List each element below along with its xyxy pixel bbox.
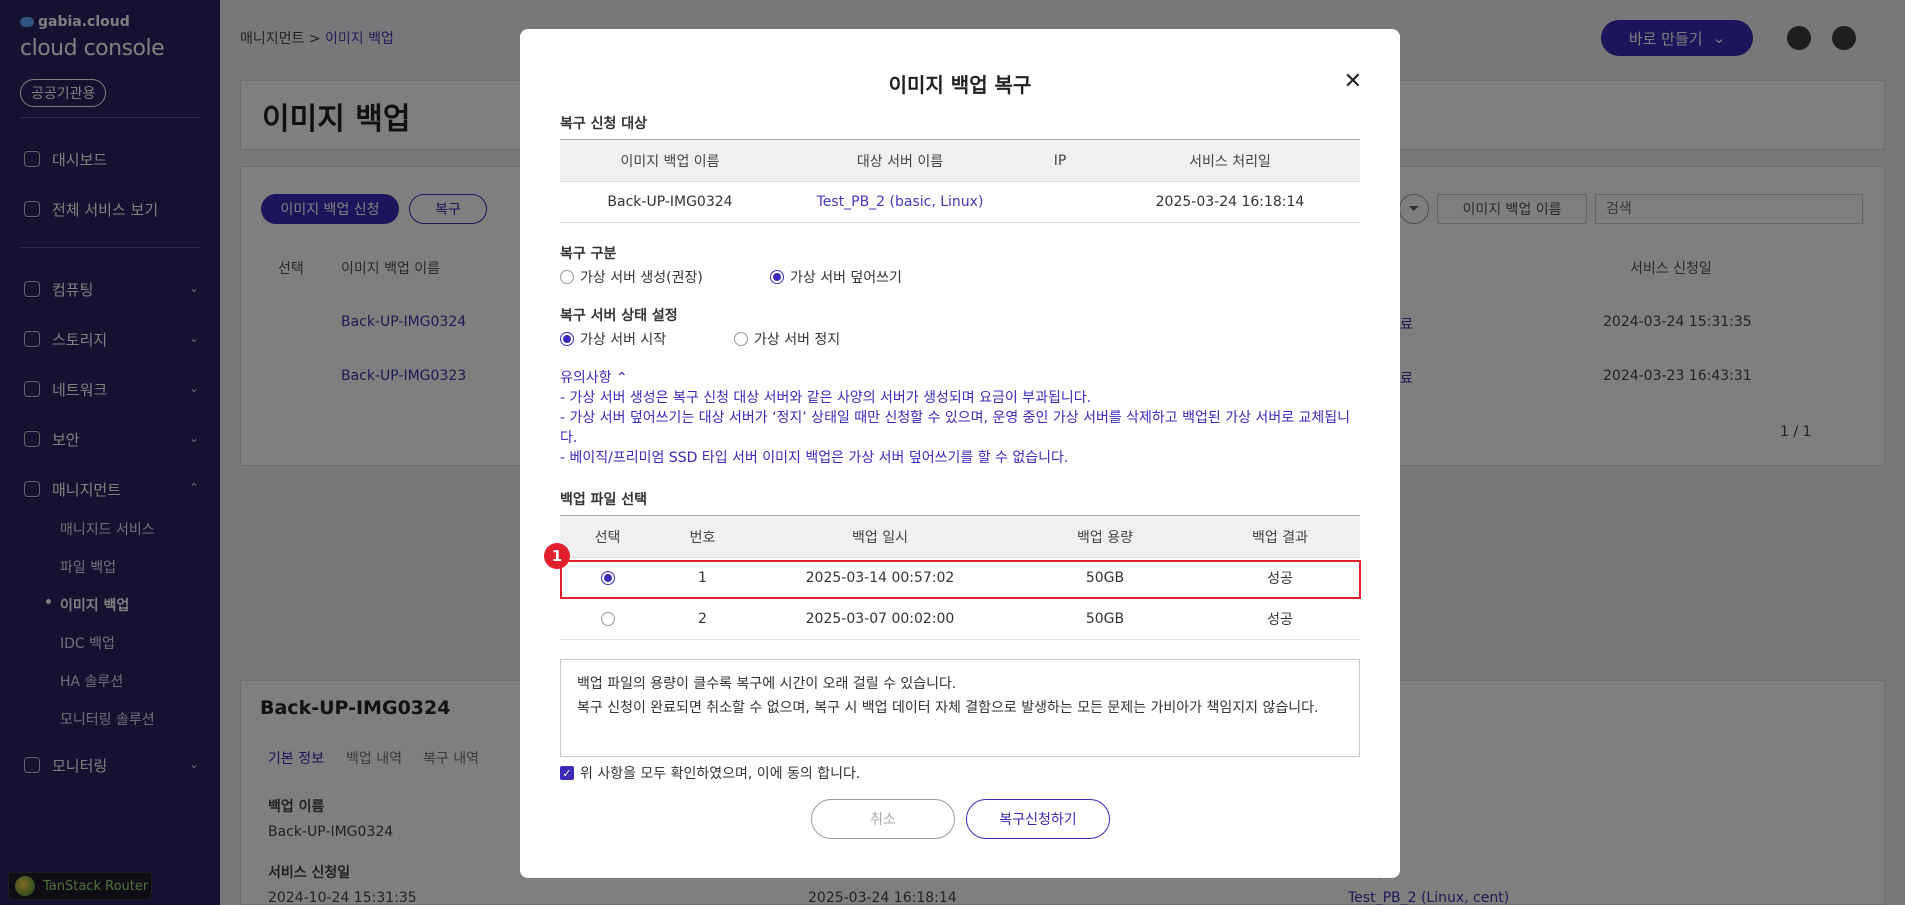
th-processed-date: 서비스 처리일 bbox=[1100, 139, 1360, 182]
warning-box: 백업 파일의 용량이 클수록 복구에 시간이 오래 걸릴 수 있습니다. 복구 … bbox=[560, 659, 1360, 757]
cell-processed-date: 2025-03-24 16:18:14 bbox=[1100, 181, 1360, 223]
submit-restore-button[interactable]: 복구신청하기 bbox=[966, 799, 1110, 839]
notice-line: - 베이직/프리미엄 SSD 타입 서버 이미지 백업은 가상 서버 덮어쓰기를… bbox=[560, 450, 1069, 466]
cell-number: 2 bbox=[655, 598, 750, 640]
modal-title: 이미지 백업 복구 bbox=[888, 73, 1032, 97]
th-backup-name: 이미지 백업 이름 bbox=[560, 139, 780, 182]
cancel-button[interactable]: 취소 bbox=[811, 799, 955, 839]
table-row: Back-UP-IMG0324 Test_PB_2 (basic, Linux)… bbox=[560, 181, 1360, 223]
chevron-up-icon: ⌃ bbox=[615, 370, 628, 386]
step-badge: 1 bbox=[544, 543, 570, 569]
state-option-start[interactable]: 가상 서버 시작 bbox=[560, 329, 666, 349]
radio-off[interactable] bbox=[734, 332, 748, 346]
type-label: 복구 구분 bbox=[560, 246, 617, 262]
check-icon[interactable]: ✓ bbox=[560, 766, 574, 780]
notice-title: 유의사항 bbox=[560, 370, 612, 386]
radio-off[interactable] bbox=[600, 612, 615, 626]
agree-checkbox[interactable]: ✓ 위 사항을 모두 확인하였으며, 이에 동의 합니다. bbox=[560, 763, 860, 783]
radio-on[interactable] bbox=[770, 270, 784, 284]
warning-line: 복구 신청이 완료되면 취소할 수 없으며, 복구 시 백업 데이터 자체 결함… bbox=[577, 700, 1319, 716]
option-label: 가상 서버 생성(권장) bbox=[580, 270, 703, 286]
close-icon[interactable]: ✕ bbox=[1344, 69, 1362, 94]
notice-line: - 가상 서버 덮어쓰기는 대상 서버가 ‘정지’ 상태일 때만 신청할 수 있… bbox=[560, 410, 1351, 446]
th-number: 번호 bbox=[655, 515, 750, 558]
option-label: 가상 서버 정지 bbox=[754, 332, 841, 348]
cell-ip bbox=[1020, 181, 1100, 223]
th-backup-result: 백업 결과 bbox=[1200, 515, 1360, 558]
restore-modal: 이미지 백업 복구 ✕ 복구 신청 대상 이미지 백업 이름 대상 서버 이름 … bbox=[520, 29, 1400, 878]
option-label: 가상 서버 시작 bbox=[580, 332, 667, 348]
type-option-create[interactable]: 가상 서버 생성(권장) bbox=[560, 267, 703, 287]
cell-backup-size: 50GB bbox=[1010, 598, 1200, 640]
target-label: 복구 신청 대상 bbox=[560, 116, 648, 132]
notice-line: - 가상 서버 생성은 복구 신청 대상 서버와 같은 사양의 서버가 생성되며… bbox=[560, 390, 1092, 406]
file-label: 백업 파일 선택 bbox=[560, 492, 648, 508]
notice-toggle[interactable]: 유의사항 ⌃ bbox=[560, 367, 628, 387]
option-label: 가상 서버 덮어쓰기 bbox=[790, 270, 902, 286]
agree-label: 위 사항을 모두 확인하였으며, 이에 동의 합니다. bbox=[580, 766, 861, 782]
cell-server-name[interactable]: Test_PB_2 (basic, Linux) bbox=[780, 181, 1020, 223]
cell-backup-date: 2025-03-07 00:02:00 bbox=[750, 598, 1010, 640]
selected-row-highlight bbox=[560, 560, 1361, 599]
warning-line: 백업 파일의 용량이 클수록 복구에 시간이 오래 걸릴 수 있습니다. bbox=[577, 676, 957, 692]
target-table: 이미지 백업 이름 대상 서버 이름 IP 서비스 처리일 Back-UP-IM… bbox=[560, 139, 1360, 223]
cell-backup-result: 성공 bbox=[1200, 598, 1360, 640]
radio-on[interactable] bbox=[560, 332, 574, 346]
th-backup-size: 백업 용량 bbox=[1010, 515, 1200, 558]
th-backup-date: 백업 일시 bbox=[750, 515, 1010, 558]
cell-backup-name: Back-UP-IMG0324 bbox=[560, 181, 780, 223]
table-row[interactable]: 2 2025-03-07 00:02:00 50GB 성공 bbox=[560, 598, 1360, 640]
state-label: 복구 서버 상태 설정 bbox=[560, 308, 678, 324]
cell-select[interactable] bbox=[560, 598, 655, 640]
state-option-stop[interactable]: 가상 서버 정지 bbox=[734, 329, 840, 349]
th-ip: IP bbox=[1020, 139, 1100, 182]
th-server-name: 대상 서버 이름 bbox=[780, 139, 1020, 182]
radio-off[interactable] bbox=[560, 270, 574, 284]
type-option-overwrite[interactable]: 가상 서버 덮어쓰기 bbox=[770, 267, 902, 287]
th-select: 선택 bbox=[560, 515, 655, 558]
